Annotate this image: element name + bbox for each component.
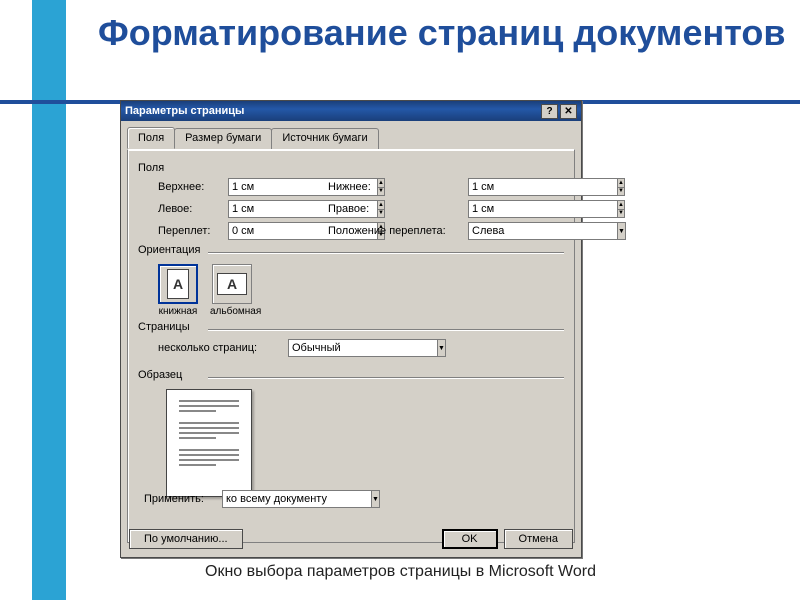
- combo-gutter-pos-field[interactable]: [468, 222, 617, 240]
- default-button[interactable]: По умолчанию...: [129, 529, 243, 549]
- group-fields-label: Поля: [138, 162, 564, 174]
- ok-button[interactable]: OK: [442, 529, 498, 549]
- slide-caption: Окно выбора параметров страницы в Micros…: [205, 563, 596, 581]
- combo-multi-pages-field[interactable]: [288, 339, 437, 357]
- group-orientation: Ориентация: [138, 246, 564, 258]
- tabs: Поля Размер бумаги Источник бумаги: [121, 121, 581, 149]
- label-gutter: Переплет:: [158, 225, 228, 237]
- combo-apply-to-field[interactable]: [222, 490, 371, 508]
- input-gutter[interactable]: ▲▼: [228, 222, 318, 240]
- input-left-margin[interactable]: ▲▼: [228, 200, 318, 218]
- tab-fields[interactable]: Поля: [127, 127, 175, 149]
- tab-paper-size[interactable]: Размер бумаги: [174, 128, 272, 150]
- group-pages: Страницы: [138, 323, 564, 335]
- label-right: Правое:: [328, 203, 468, 215]
- orientation-landscape-label: альбомная: [210, 306, 254, 317]
- close-button[interactable]: ✕: [560, 104, 577, 119]
- spin-up-icon[interactable]: ▲: [617, 200, 625, 209]
- input-right-margin[interactable]: ▲▼: [468, 200, 558, 218]
- label-top: Верхнее:: [158, 181, 228, 193]
- help-button[interactable]: ?: [541, 104, 558, 119]
- left-margin: [0, 0, 32, 600]
- label-apply-to: Применить:: [144, 493, 222, 505]
- tab-paper-source[interactable]: Источник бумаги: [271, 128, 378, 150]
- spin-up-icon[interactable]: ▲: [617, 178, 625, 187]
- group-sample: Образец: [138, 371, 564, 383]
- page-setup-dialog: Параметры страницы ? ✕ Поля Размер бумаг…: [120, 100, 582, 558]
- chevron-down-icon[interactable]: ▼: [437, 339, 446, 357]
- combo-gutter-pos[interactable]: ▼: [468, 222, 558, 240]
- spin-down-icon[interactable]: ▼: [617, 187, 625, 197]
- chevron-down-icon[interactable]: ▼: [617, 222, 626, 240]
- input-right-margin-field[interactable]: [468, 200, 617, 218]
- combo-apply-to[interactable]: ▼: [222, 490, 372, 508]
- cancel-button[interactable]: Отмена: [504, 529, 573, 549]
- orientation-portrait-label: книжная: [156, 306, 200, 317]
- input-top-margin[interactable]: ▲▼: [228, 178, 318, 196]
- label-bottom: Нижнее:: [328, 181, 468, 193]
- group-sample-label: Образец: [138, 369, 182, 381]
- accent-stripe: [32, 0, 66, 600]
- portrait-icon: A: [158, 264, 198, 304]
- orientation-portrait[interactable]: A книжная: [156, 264, 200, 317]
- slide-title: Форматирование страниц документов: [98, 14, 785, 53]
- input-bottom-margin-field[interactable]: [468, 178, 617, 196]
- spin-down-icon[interactable]: ▼: [617, 209, 625, 219]
- page-preview: [166, 389, 252, 497]
- group-orientation-label: Ориентация: [138, 244, 200, 256]
- dialog-title: Параметры страницы: [125, 105, 539, 117]
- combo-multi-pages[interactable]: ▼: [288, 339, 428, 357]
- dialog-titlebar: Параметры страницы ? ✕: [121, 101, 581, 121]
- group-pages-label: Страницы: [138, 321, 190, 333]
- label-multi-pages: несколько страниц:: [158, 342, 288, 354]
- input-bottom-margin[interactable]: ▲▼: [468, 178, 558, 196]
- chevron-down-icon[interactable]: ▼: [371, 490, 380, 508]
- tab-panel-fields: Поля Верхнее: ▲▼ Нижнее: ▲▼ Левое: ▲▼ Пр…: [127, 149, 575, 543]
- label-gutter-pos: Положение переплета:: [328, 225, 468, 237]
- dialog-button-bar: По умолчанию... OK Отмена: [129, 529, 573, 549]
- landscape-icon: A: [212, 264, 252, 304]
- orientation-landscape[interactable]: A альбомная: [210, 264, 254, 317]
- label-left: Левое:: [158, 203, 228, 215]
